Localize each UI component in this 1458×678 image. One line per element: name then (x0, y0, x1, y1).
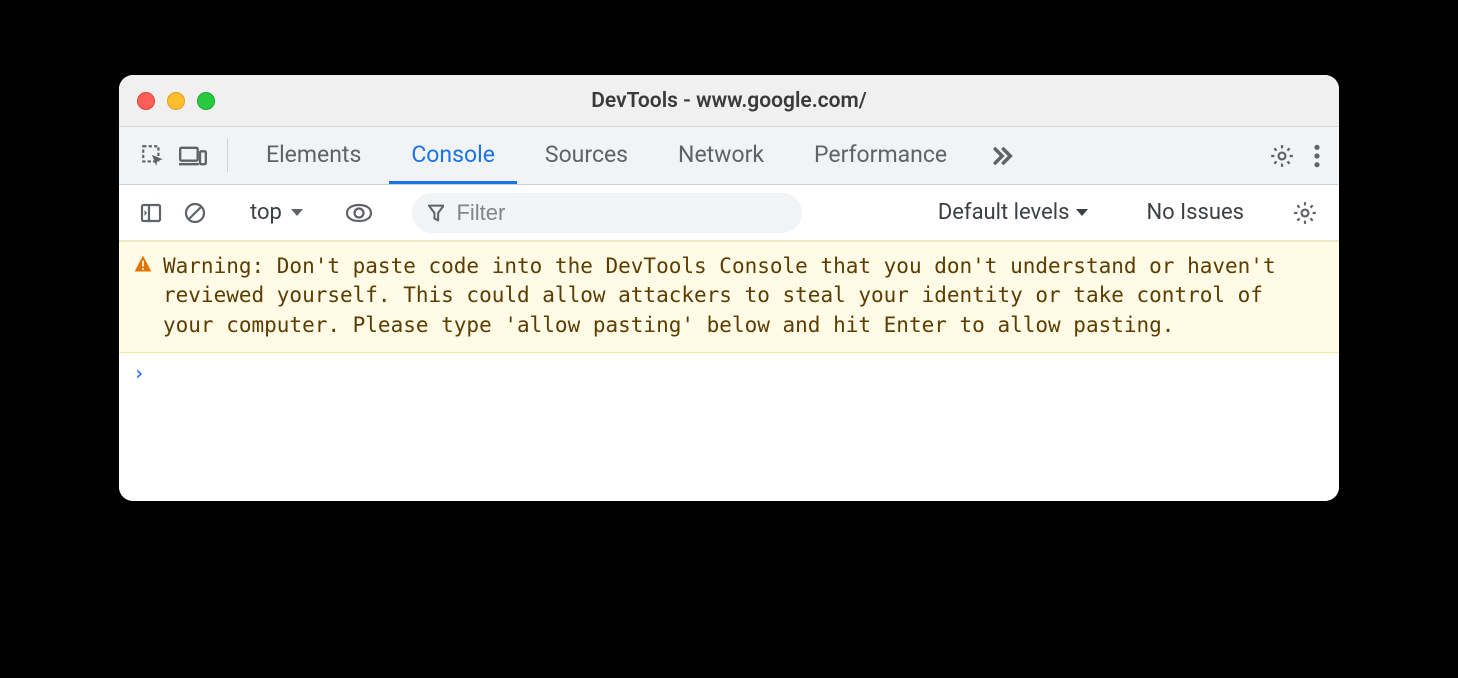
inspect-element-icon[interactable] (133, 136, 173, 176)
tab-console[interactable]: Console (389, 127, 517, 184)
clear-console-icon[interactable] (177, 195, 213, 231)
warning-text: Warning: Don't paste code into the DevTo… (163, 252, 1321, 340)
log-levels-label: Default levels (938, 200, 1070, 225)
filter-icon (428, 203, 445, 223)
filter-input-wrap (412, 193, 802, 233)
context-label: top (250, 200, 282, 225)
tab-elements[interactable]: Elements (244, 127, 383, 184)
toggle-sidebar-icon[interactable] (133, 195, 169, 231)
issues-button[interactable]: No Issues (1132, 200, 1258, 225)
maximize-window-button[interactable] (197, 92, 215, 110)
tab-network[interactable]: Network (656, 127, 786, 184)
log-levels-selector[interactable]: Default levels (924, 200, 1104, 225)
filter-input[interactable] (456, 200, 785, 226)
settings-icon[interactable] (1269, 143, 1295, 169)
more-tabs-icon[interactable] (975, 127, 1027, 184)
tab-sources[interactable]: Sources (523, 127, 650, 184)
console-warning-row: Warning: Don't paste code into the DevTo… (119, 241, 1339, 353)
live-expression-icon[interactable] (341, 195, 377, 231)
chevron-down-icon (290, 208, 304, 218)
prompt-chevron-icon: › (133, 361, 145, 385)
console-prompt[interactable]: › (119, 353, 1339, 393)
window-title: DevTools - www.google.com/ (119, 89, 1339, 113)
close-window-button[interactable] (137, 92, 155, 110)
chevron-down-icon (1075, 208, 1089, 218)
more-menu-icon[interactable] (1313, 143, 1321, 169)
traffic-lights (137, 92, 215, 110)
panel-tabs: Elements Console Sources Network Perform… (234, 127, 1261, 184)
context-selector[interactable]: top (242, 200, 312, 225)
main-tabs-row: Elements Console Sources Network Perform… (119, 127, 1339, 185)
console-toolbar: top Default levels No Issues (119, 185, 1339, 241)
console-output: Warning: Don't paste code into the DevTo… (119, 241, 1339, 501)
device-toolbar-icon[interactable] (173, 136, 213, 176)
minimize-window-button[interactable] (167, 92, 185, 110)
devtools-window: DevTools - www.google.com/ Elements Cons… (119, 75, 1339, 501)
tab-performance[interactable]: Performance (792, 127, 969, 184)
console-settings-icon[interactable] (1287, 195, 1323, 231)
warning-icon (133, 254, 153, 278)
titlebar: DevTools - www.google.com/ (119, 75, 1339, 127)
